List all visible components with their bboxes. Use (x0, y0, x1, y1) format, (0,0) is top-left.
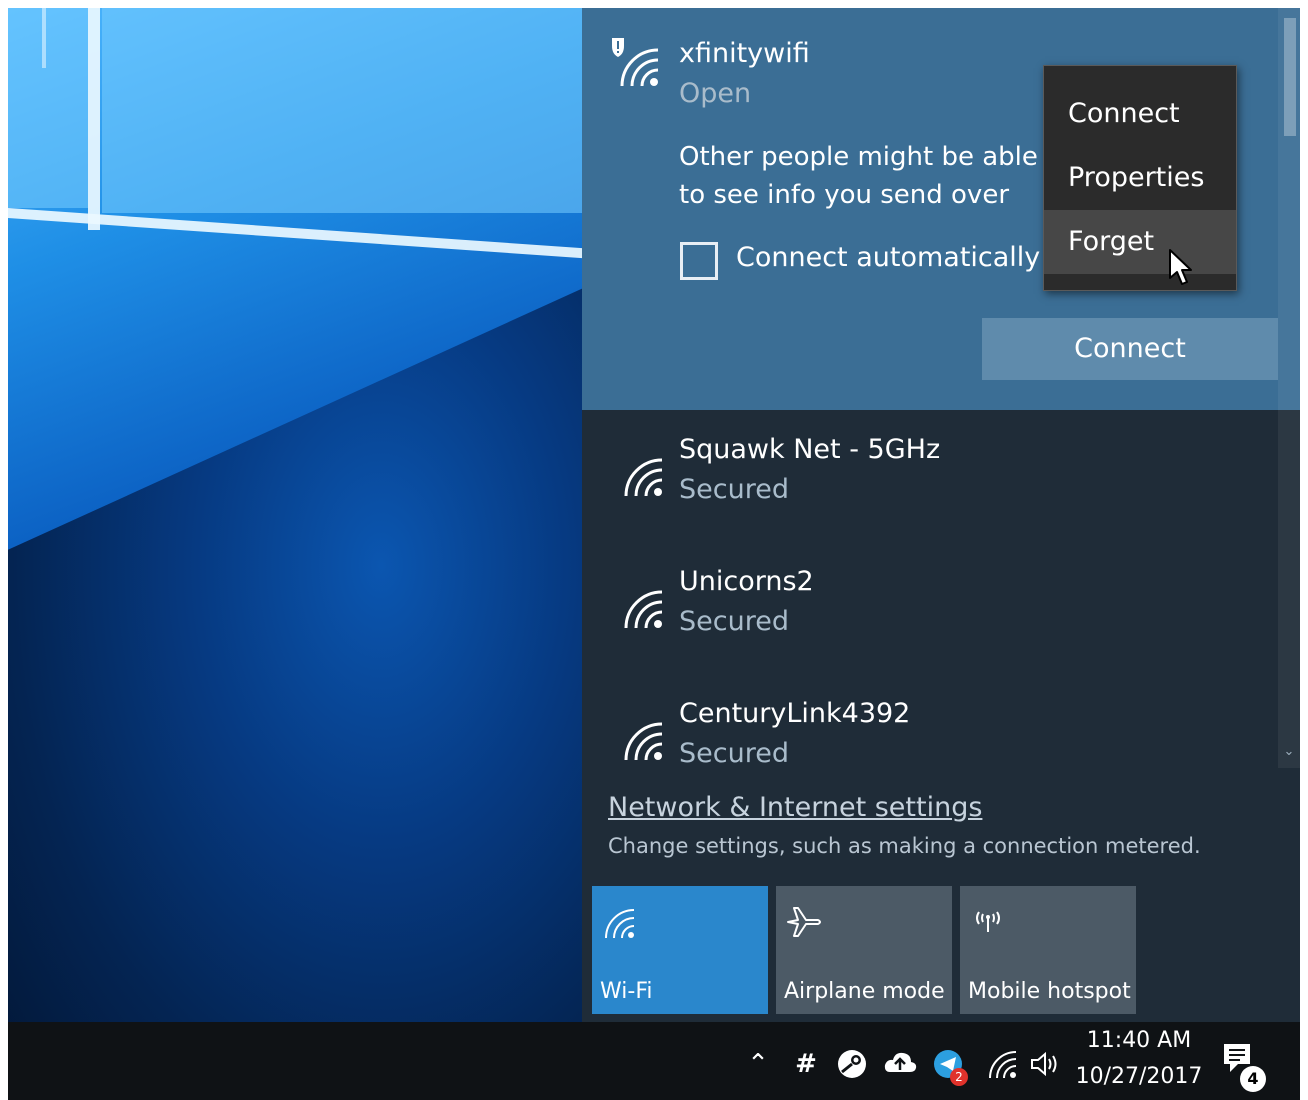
taskbar-clock-time[interactable]: 11:40 AM (1084, 1028, 1194, 1053)
cloud-upload-icon[interactable] (882, 1046, 918, 1082)
airplane-mode-tile[interactable]: Airplane mode (776, 886, 952, 1014)
network-status: Open (679, 78, 752, 109)
mobile-hotspot-tile[interactable]: Mobile hotspot (960, 886, 1136, 1014)
wallpaper-window-pane (8, 8, 88, 208)
connect-button[interactable]: Connect (982, 318, 1278, 380)
desktop-wallpaper (8, 8, 582, 1022)
airplane-icon (787, 907, 821, 937)
network-status: Secured (679, 474, 789, 505)
chevron-up-icon[interactable]: ⌃ (740, 1046, 776, 1082)
hotspot-icon (976, 911, 1000, 932)
network-context-menu: Connect Properties Forget (1043, 65, 1237, 291)
network-name: xfinitywifi (679, 38, 810, 69)
mobile-hotspot-tile-label: Mobile hotspot (968, 979, 1131, 1004)
network-list-item[interactable]: Squawk Net - 5GHz Secured (582, 410, 1282, 542)
wifi-tile-label: Wi-Fi (600, 979, 653, 1004)
wifi-icon[interactable] (984, 1046, 1020, 1082)
network-settings-link[interactable]: Network & Internet settings (608, 792, 982, 823)
wifi-signal-icon (624, 458, 663, 497)
taskbar-clock-date[interactable]: 10/27/2017 (1074, 1064, 1204, 1089)
steam-icon[interactable] (834, 1046, 870, 1082)
network-settings-description: Change settings, such as making a connec… (608, 834, 1201, 858)
wifi-signal-icon (624, 590, 663, 629)
wifi-toggle-tile[interactable]: Wi-Fi (592, 886, 768, 1014)
wifi-signal-icon (624, 722, 663, 761)
network-list-item[interactable]: CenturyLink4392 Secured (582, 674, 1282, 806)
connect-automatically-checkbox[interactable] (680, 242, 718, 280)
wallpaper-window-frame (88, 8, 100, 230)
network-name: CenturyLink4392 (679, 698, 911, 729)
mouse-cursor-icon (1169, 249, 1192, 285)
scrollbar-thumb[interactable] (1284, 18, 1296, 136)
network-name: Squawk Net - 5GHz (679, 434, 941, 465)
airplane-mode-tile-label: Airplane mode (784, 979, 945, 1004)
hashtag-icon[interactable]: # (788, 1046, 824, 1082)
menu-item-connect[interactable]: Connect (1044, 82, 1236, 146)
security-warning: Other people might be able to see info y… (679, 142, 1038, 210)
network-status: Secured (679, 606, 789, 637)
wifi-warning-icon (612, 38, 659, 87)
chevron-down-icon[interactable]: ⌄ (1281, 744, 1297, 760)
menu-item-forget[interactable]: Forget (1044, 210, 1236, 274)
network-status: Secured (679, 738, 789, 769)
screen: xfinitywifi Open Other people might be a… (8, 8, 1300, 1100)
network-list-item[interactable]: Unicorns2 Secured (582, 542, 1282, 674)
taskbar: ⌃ # 2 11:40 AM 10/27/2017 4 (8, 1022, 1300, 1100)
wallpaper-window-frame (42, 8, 46, 68)
network-list-scrollbar[interactable]: ⌄ (1278, 8, 1300, 768)
volume-icon[interactable] (1026, 1046, 1062, 1082)
wallpaper-window-pane (102, 8, 582, 213)
connect-automatically-label[interactable]: Connect automatically (736, 242, 1040, 273)
telegram-badge: 2 (950, 1068, 968, 1086)
network-name: Unicorns2 (679, 566, 814, 597)
notification-count-badge: 4 (1240, 1066, 1266, 1092)
menu-item-properties[interactable]: Properties (1044, 146, 1236, 210)
wifi-icon (605, 909, 635, 939)
